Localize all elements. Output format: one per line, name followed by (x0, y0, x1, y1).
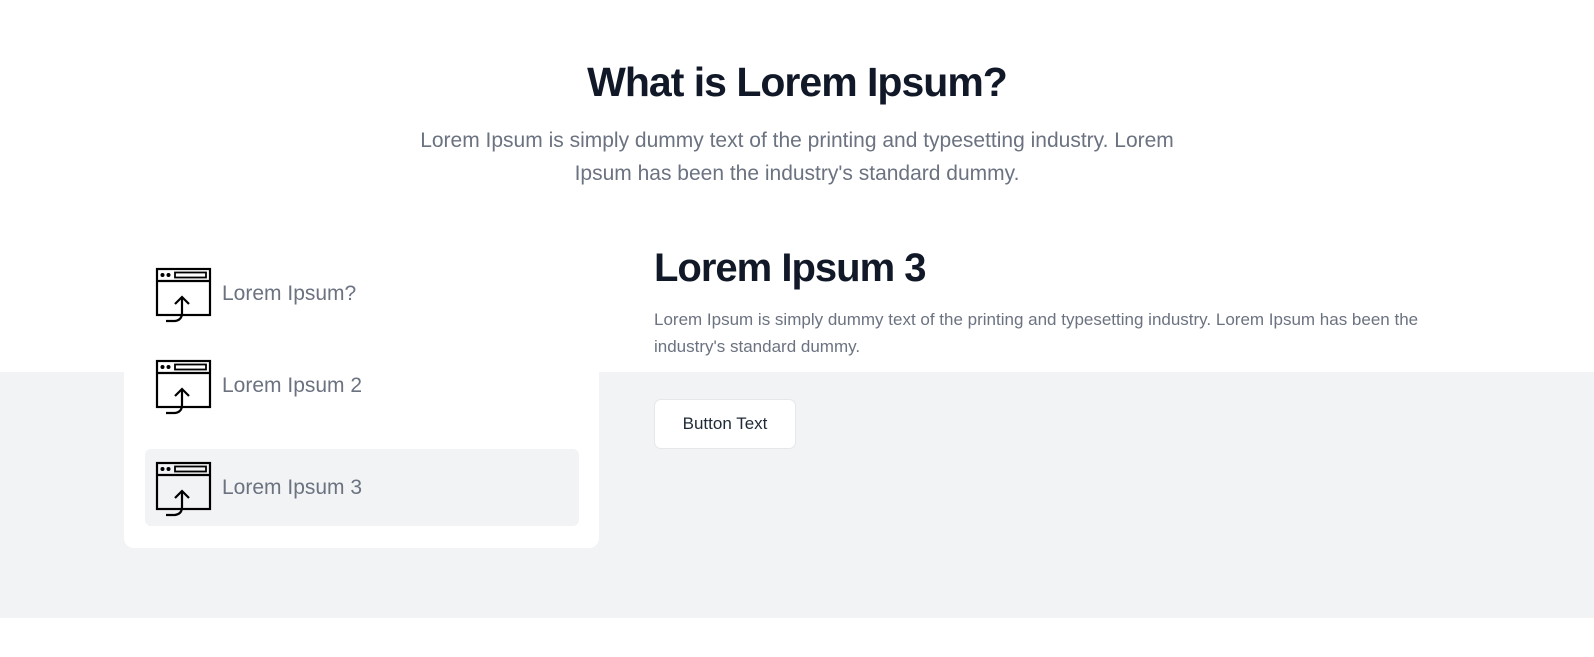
page: What is Lorem Ipsum? Lorem Ipsum is simp… (0, 0, 1594, 657)
content-title: Lorem Ipsum 3 (654, 246, 927, 290)
primary-action-button[interactable]: Button Text (654, 399, 796, 449)
tab-label: Lorem Ipsum 3 (222, 476, 363, 499)
tab-item-1[interactable]: Lorem Ipsum? (145, 255, 579, 332)
tabs-card: Lorem Ipsum? Lorem Ipsum 2 Lorem Ipsum 3 (124, 255, 599, 548)
page-title: What is Lorem Ipsum? (587, 59, 1008, 105)
page-subtitle: Lorem Ipsum is simply dummy text of the … (420, 129, 1174, 185)
tab-item-2[interactable]: Lorem Ipsum 2 (145, 347, 579, 424)
tab-item-3[interactable]: Lorem Ipsum 3 (145, 449, 579, 526)
section-header: What is Lorem Ipsum? Lorem Ipsum is simp… (0, 54, 1594, 190)
tab-label: Lorem Ipsum? (222, 282, 357, 305)
content-description: Lorem Ipsum is simply dummy text of the … (654, 310, 1419, 356)
tab-label: Lorem Ipsum 2 (222, 374, 363, 397)
tab-content-panel: Lorem Ipsum 3 Lorem Ipsum is simply dumm… (654, 242, 1484, 449)
browser-upload-icon (155, 267, 212, 323)
browser-upload-icon (155, 461, 212, 517)
browser-upload-icon (155, 359, 212, 415)
